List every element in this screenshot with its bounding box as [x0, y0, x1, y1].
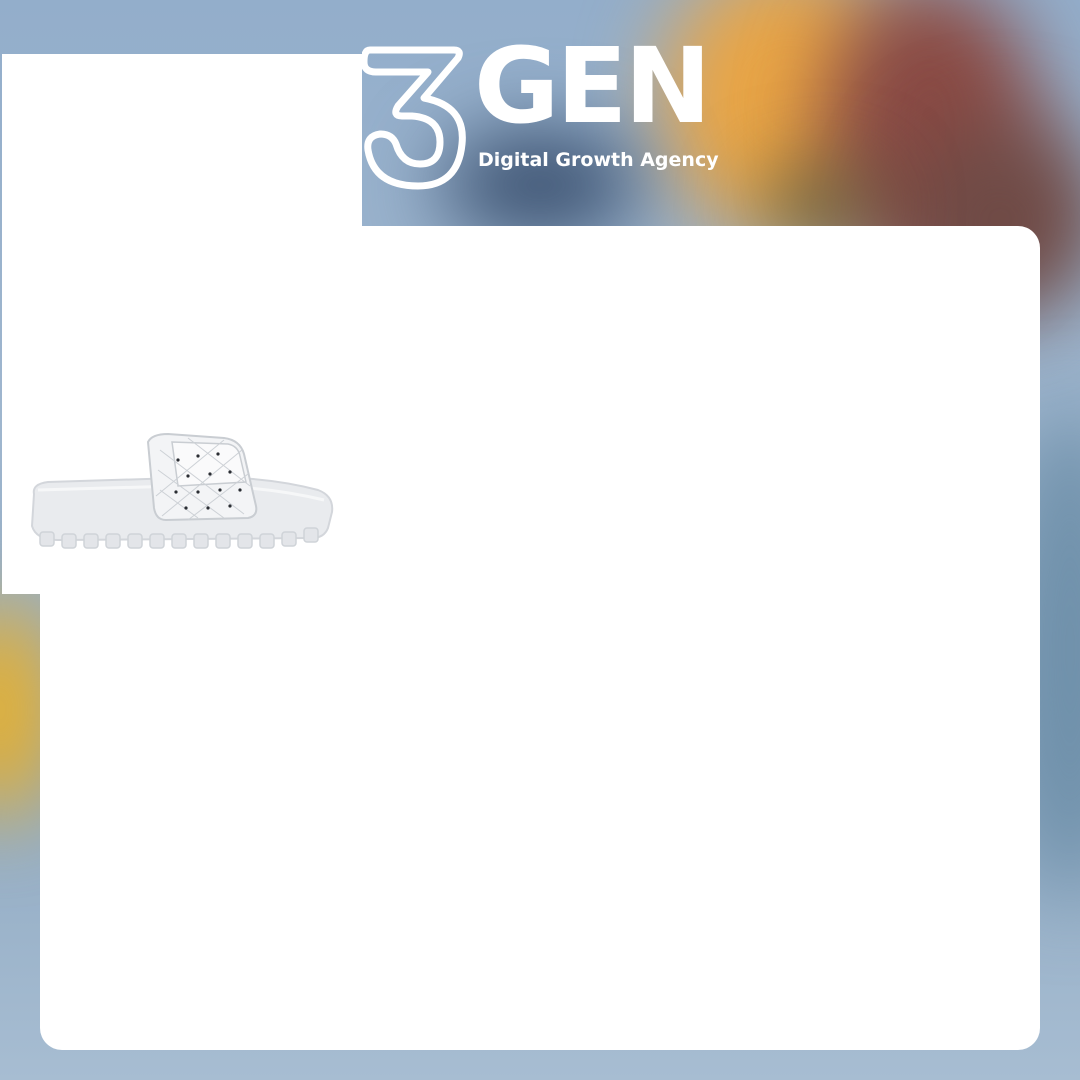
slide-sandal-image — [30, 432, 334, 549]
brand-tagline: Digital Growth Agency — [478, 149, 719, 171]
brand-name: GEN — [474, 25, 711, 147]
brand-logo: GEN Digital Growth Agency — [362, 34, 732, 190]
three-logo-icon — [362, 46, 466, 190]
